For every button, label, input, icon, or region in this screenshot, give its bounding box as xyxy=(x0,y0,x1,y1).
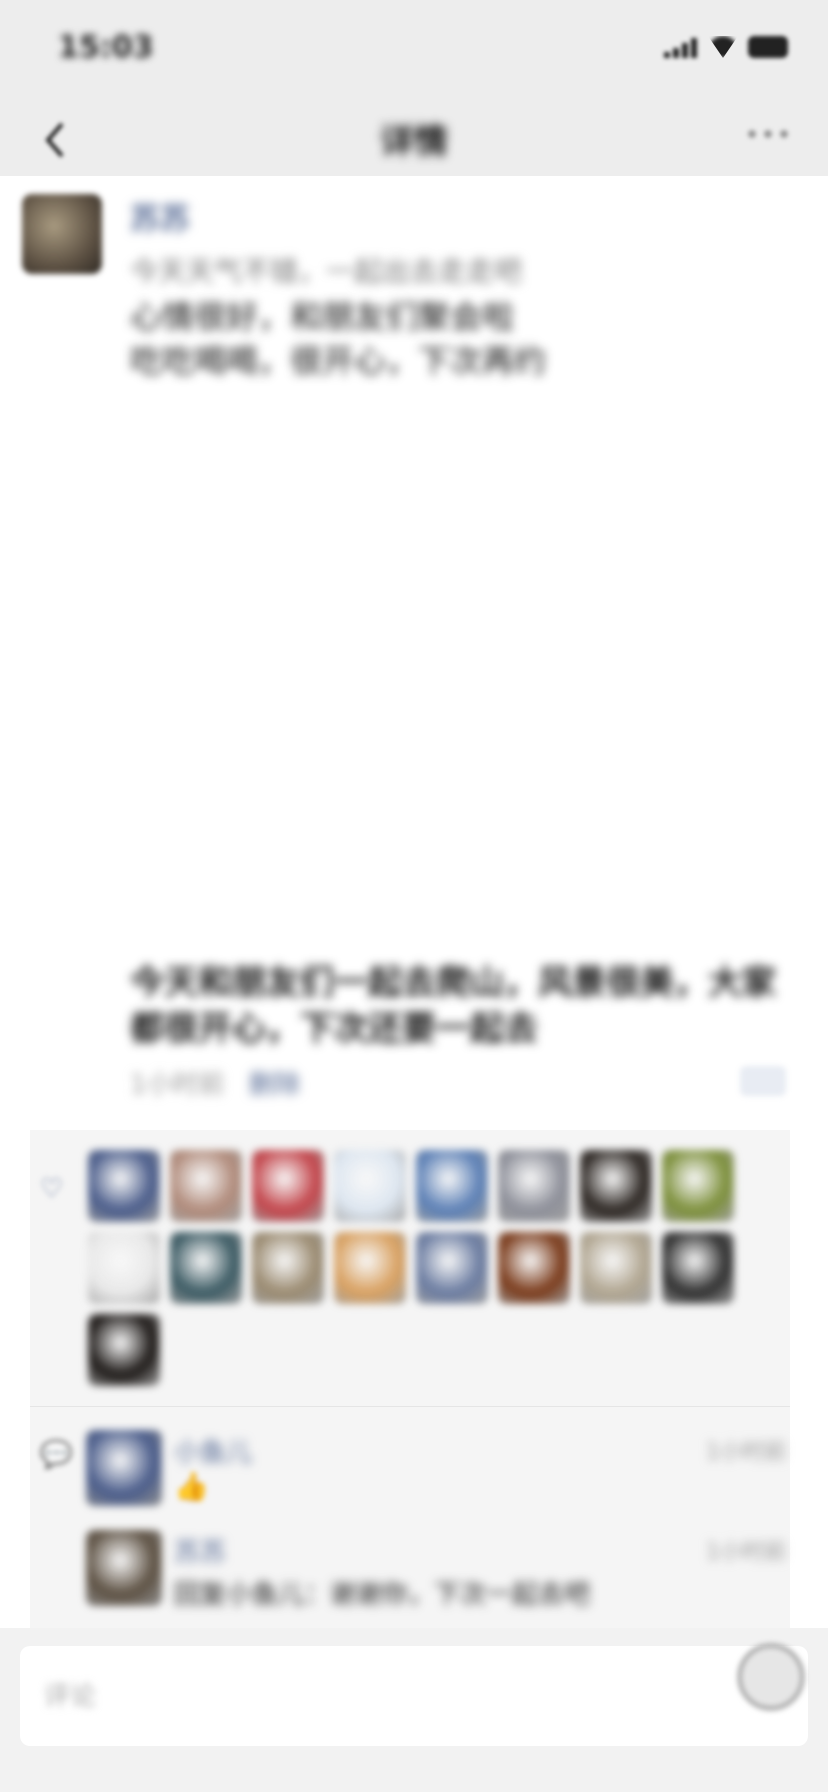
post-media-area[interactable] xyxy=(130,390,690,930)
like-avatar[interactable] xyxy=(498,1232,570,1304)
page-title: 详情 xyxy=(380,122,448,162)
like-avatar[interactable] xyxy=(88,1232,160,1304)
emoji-button[interactable] xyxy=(738,1644,804,1710)
comment-text: 回复小鱼儿：谢谢你，下次一起去吧 xyxy=(174,1580,591,1610)
like-avatar[interactable] xyxy=(662,1150,734,1222)
comment-avatar[interactable] xyxy=(86,1530,162,1606)
like-avatar[interactable] xyxy=(580,1150,652,1222)
comment-row[interactable]: 苏苏 1小时前回复小鱼儿：谢谢你，下次一起去吧 xyxy=(86,1530,786,1620)
comment-avatar[interactable] xyxy=(86,1430,162,1506)
comment-author[interactable]: 苏苏 xyxy=(174,1532,226,1569)
heart-icon: ♡ xyxy=(40,1174,64,1204)
divider xyxy=(30,1406,790,1407)
status-icons xyxy=(664,36,788,58)
comment-input-bar: 评论 xyxy=(0,1628,828,1792)
like-avatar[interactable] xyxy=(416,1232,488,1304)
like-avatar[interactable] xyxy=(662,1232,734,1304)
like-avatar[interactable] xyxy=(334,1232,406,1304)
signal-icon xyxy=(664,36,698,58)
like-avatar[interactable] xyxy=(88,1150,160,1222)
like-avatar[interactable] xyxy=(252,1232,324,1304)
post-meta: 1小时前 删除 xyxy=(130,1064,301,1101)
post-text-line: 心情很好，和朋友们聚会啦 xyxy=(130,298,515,336)
interaction-panel: ♡ 💬 小鱼儿 1小时前 👍 苏苏 1小时前回复小鱼儿：谢谢你，下次一起去吧 xyxy=(30,1130,790,1634)
like-avatar[interactable] xyxy=(252,1150,324,1222)
battery-icon xyxy=(748,36,788,58)
post-text-line: 今天天气不错，一起出去走走吧 xyxy=(130,255,523,288)
comment-icon: 💬 xyxy=(40,1440,73,1470)
thumbs-up-icon: 👍 xyxy=(174,1470,209,1503)
like-avatar[interactable] xyxy=(170,1150,242,1222)
post-author-name[interactable]: 苏苏 xyxy=(130,194,190,238)
post-actions-button[interactable] xyxy=(740,1066,786,1096)
status-time: 15:03 xyxy=(58,30,154,65)
like-avatar[interactable] xyxy=(580,1232,652,1304)
like-avatar[interactable] xyxy=(498,1150,570,1222)
like-avatar[interactable] xyxy=(416,1150,488,1222)
like-avatar[interactable] xyxy=(334,1150,406,1222)
wifi-icon xyxy=(708,36,738,58)
like-avatar[interactable] xyxy=(88,1314,160,1386)
input-placeholder: 评论 xyxy=(44,1682,97,1712)
comment-time: 1小时前 xyxy=(706,1540,786,1565)
post-time: 1小时前 xyxy=(130,1070,225,1100)
nav-bar: 详情 xyxy=(0,100,828,176)
delete-link[interactable]: 删除 xyxy=(249,1064,301,1101)
more-icon[interactable] xyxy=(748,130,788,138)
comment-input[interactable]: 评论 xyxy=(20,1646,808,1746)
post-text-line: 吃吃喝喝，很开心，下次再约 xyxy=(130,342,547,380)
like-avatar[interactable] xyxy=(170,1232,242,1304)
post-author-avatar[interactable] xyxy=(22,194,102,274)
likes-grid xyxy=(88,1150,738,1386)
status-bar: 15:03 xyxy=(0,0,828,100)
post-caption: 今天和朋友们一起去爬山，风景很美，大家都很开心，下次还要一起去 xyxy=(130,963,776,1049)
comment-time: 1小时前 xyxy=(706,1440,786,1465)
comment-row[interactable]: 小鱼儿 1小时前 👍 xyxy=(86,1430,786,1520)
comment-author[interactable]: 小鱼儿 xyxy=(174,1432,252,1469)
